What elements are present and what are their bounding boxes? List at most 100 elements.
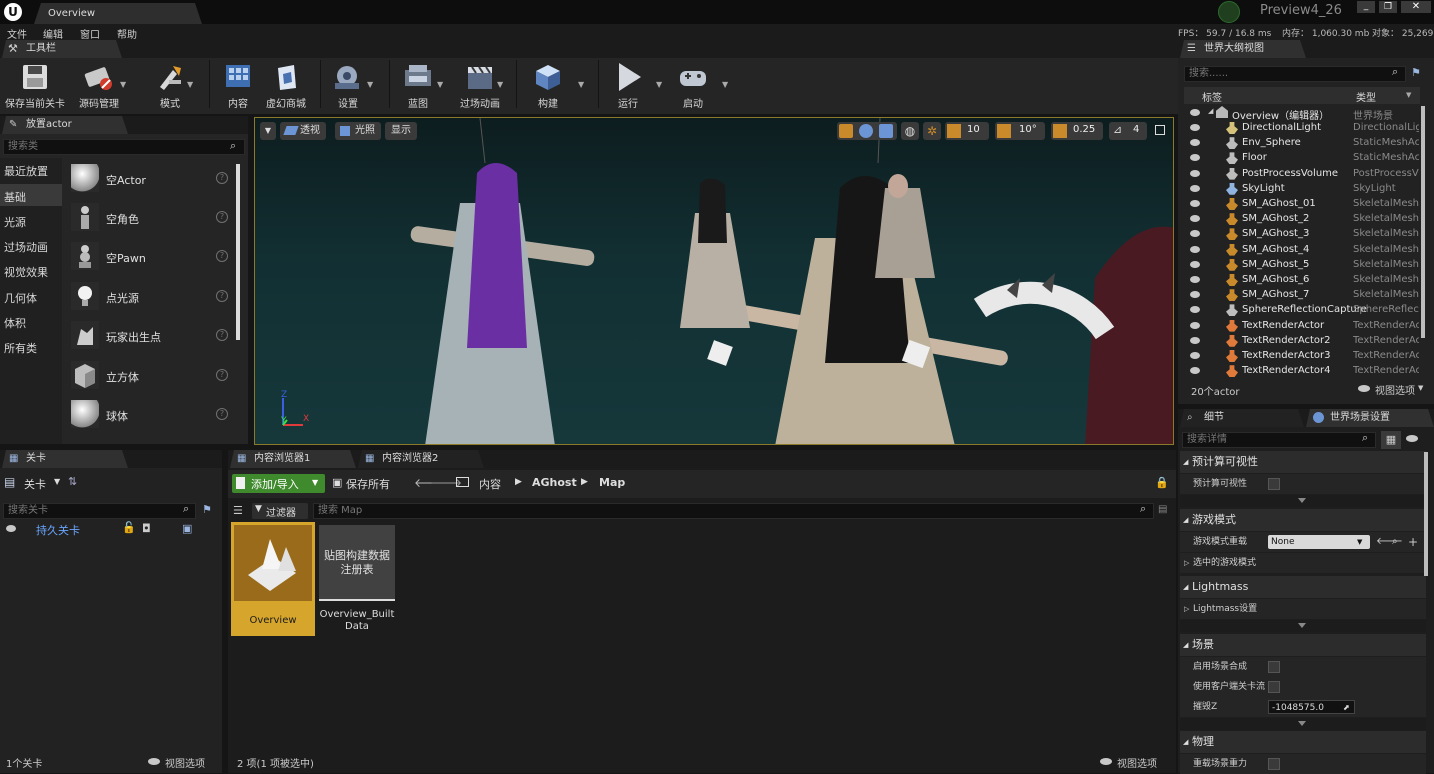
visibility-eye-icon[interactable] [1190, 291, 1200, 299]
outliner-row[interactable]: TextRenderActor2 TextRenderAc [1184, 334, 1420, 349]
modes-dropdown-icon[interactable]: ▼ [187, 80, 193, 89]
content-view-options[interactable]: 视图选项 [1100, 755, 1174, 770]
outliner-row[interactable]: SM_AGhost_2 SkeletalMesh. [1184, 212, 1420, 227]
place-scrollbar[interactable] [236, 164, 240, 340]
cinematics-dropdown-icon[interactable]: ▼ [497, 80, 503, 89]
levels-search-input[interactable]: 搜索关卡 [3, 503, 196, 519]
maximize-button[interactable]: ❐ [1379, 1, 1397, 13]
visibility-eye-icon[interactable] [1190, 336, 1200, 344]
world-settings-tab[interactable]: 世界场景设置 [1306, 409, 1434, 427]
scale-snap-icon[interactable] [1053, 124, 1067, 138]
details-view-options-icon[interactable] [1406, 435, 1418, 442]
camera-speed-value[interactable]: 4 [1133, 124, 1139, 135]
help-icon[interactable]: ? [216, 369, 228, 381]
place-search-input[interactable]: 搜索类 [3, 139, 245, 155]
outliner-row[interactable]: SM_AGhost_5 SkeletalMesh. [1184, 258, 1420, 273]
menu-help[interactable]: 帮助 [117, 26, 137, 41]
levels-tab[interactable]: ▦ 关卡 [2, 450, 128, 468]
advanced-expand[interactable] [1180, 718, 1426, 730]
outliner-row[interactable]: SM_AGhost_7 SkeletalMesh. [1184, 288, 1420, 303]
enable-world-composition-checkbox[interactable] [1268, 661, 1280, 673]
asset-tile-overview[interactable]: Overview [231, 522, 315, 636]
translate-icon[interactable] [839, 124, 853, 138]
help-icon[interactable]: ? [216, 172, 228, 184]
settings-dropdown-icon[interactable]: ▼ [367, 80, 373, 89]
maximize-viewport-icon[interactable] [1155, 125, 1165, 135]
place-item-point-light[interactable]: 点光源? [68, 279, 238, 317]
save-level-button[interactable]: 保存当前关卡 [4, 60, 66, 112]
outliner-view-options[interactable]: 视图选项 ▼ [1358, 382, 1432, 397]
category-geometry[interactable]: 几何体 [4, 290, 37, 306]
levels-add-icon[interactable]: ⚑ [202, 503, 212, 516]
breadcrumb-aghost[interactable]: AGhost [532, 476, 577, 489]
category-recent[interactable]: 最近放置 [4, 163, 48, 179]
section-game-mode[interactable]: ◢ 游戏模式 [1180, 509, 1426, 531]
outliner-row[interactable]: SM_AGhost_6 SkeletalMesh. [1184, 273, 1420, 288]
launch-button[interactable]: 启动 [670, 60, 716, 112]
visibility-eye-icon[interactable] [1190, 184, 1200, 192]
outliner-add-icon[interactable]: ⚑ [1411, 66, 1421, 79]
category-visual-effects[interactable]: 视觉效果 [4, 264, 48, 280]
persistent-level-row[interactable]: 持久关卡 🔓 ◘ ▣ [0, 521, 222, 537]
type-column-header[interactable]: 类型 [1356, 89, 1376, 104]
advanced-expand[interactable] [1180, 495, 1426, 507]
perspective-button[interactable]: 透视 [280, 122, 326, 140]
place-item-empty-actor[interactable]: 空Actor? [68, 161, 238, 199]
advanced-expand[interactable] [1180, 620, 1426, 632]
levels-extra-icon[interactable]: ⇅ [68, 475, 77, 488]
menu-edit[interactable]: 编辑 [43, 26, 63, 41]
outliner-row[interactable]: Env_Sphere StaticMeshAc [1184, 136, 1420, 151]
client-level-streaming-checkbox[interactable] [1268, 681, 1280, 693]
visibility-eye-icon[interactable] [1190, 139, 1200, 147]
viewport-options-button[interactable]: ▼ [260, 122, 276, 140]
visibility-eye-icon[interactable] [1190, 124, 1200, 131]
scale-snap-value[interactable]: 0.25 [1073, 124, 1095, 135]
marketplace-button[interactable]: 虚幻商城 [263, 60, 309, 112]
visibility-eye-icon[interactable] [1190, 154, 1200, 162]
grid-snap-value[interactable]: 10 [967, 124, 980, 135]
outliner-row[interactable]: SkyLight SkyLight [1184, 182, 1420, 197]
outliner-row[interactable]: Floor StaticMeshAc [1184, 151, 1420, 166]
visibility-eye-icon[interactable] [1190, 200, 1200, 207]
save-all-button[interactable]: ▣ 保存所有 [330, 474, 402, 493]
visibility-eye-icon[interactable] [1190, 306, 1200, 314]
rotation-snap-value[interactable]: 10° [1019, 124, 1037, 135]
content-search-input[interactable]: 搜索 Map [313, 503, 1154, 519]
property-selected-game-mode[interactable]: ▷ 选中的游戏模式 [1180, 553, 1426, 573]
unreal-logo-icon[interactable]: U [4, 3, 22, 21]
lit-button[interactable]: 光照 [335, 122, 381, 140]
kill-z-input[interactable]: -1048575.0 ⬈ [1268, 700, 1355, 714]
place-item-empty-character[interactable]: 空角色? [68, 200, 238, 238]
content-search-icon[interactable]: ⌕ [1140, 502, 1146, 516]
visibility-eye-icon[interactable] [6, 525, 16, 532]
browse-back-icon[interactable]: 🡐 [1376, 532, 1403, 552]
visibility-eye-icon[interactable] [1190, 276, 1200, 283]
details-scrollbar[interactable] [1424, 452, 1428, 576]
launch-dropdown-icon[interactable]: ▼ [722, 80, 728, 89]
outliner-tab[interactable]: ☰ 世界大纲视图 [1180, 40, 1306, 58]
play-button[interactable]: 运行 [604, 60, 652, 112]
levels-view-options[interactable]: 视图选项 [148, 755, 220, 770]
content-browser-tab-2[interactable]: ▦ 内容浏览器2 [358, 450, 484, 468]
menu-window[interactable]: 窗口 [80, 26, 100, 41]
category-basic[interactable]: 基础 [4, 189, 26, 205]
surface-snap-icon[interactable]: ✲ [923, 122, 941, 140]
world-local-icon[interactable]: ◍ [901, 122, 919, 140]
content-browser-tab-1[interactable]: ▦ 内容浏览器1 [230, 450, 356, 468]
visibility-eye-icon[interactable] [1190, 215, 1200, 223]
help-icon[interactable]: ? [216, 329, 228, 341]
label-column-header[interactable]: 标签 [1202, 89, 1222, 104]
outliner-search-icon[interactable]: ⌕ [1392, 65, 1398, 79]
category-volumes[interactable]: 体积 [4, 315, 26, 331]
details-tab[interactable]: ⌕ 细节 [1180, 409, 1304, 427]
outliner-row[interactable]: SphereReflectionCapture SphereReflect [1184, 303, 1420, 318]
grid-snap-icon[interactable] [947, 124, 961, 138]
property-matrix-icon[interactable]: ▦ [1381, 431, 1401, 449]
outliner-row[interactable]: SM_AGhost_01 SkeletalMesh. [1184, 197, 1420, 212]
place-item-player-start[interactable]: 玩家出生点? [68, 318, 238, 356]
blueprints-dropdown-icon[interactable]: ▼ [437, 80, 443, 89]
levels-dropdown[interactable]: ▤ 关卡 ▼ [4, 474, 66, 492]
breadcrumb-content[interactable]: 内容 [479, 476, 501, 492]
breadcrumb-separator-icon[interactable]: ▶ [515, 477, 522, 487]
drag-handle-icon[interactable]: ⬈ [1343, 698, 1350, 718]
